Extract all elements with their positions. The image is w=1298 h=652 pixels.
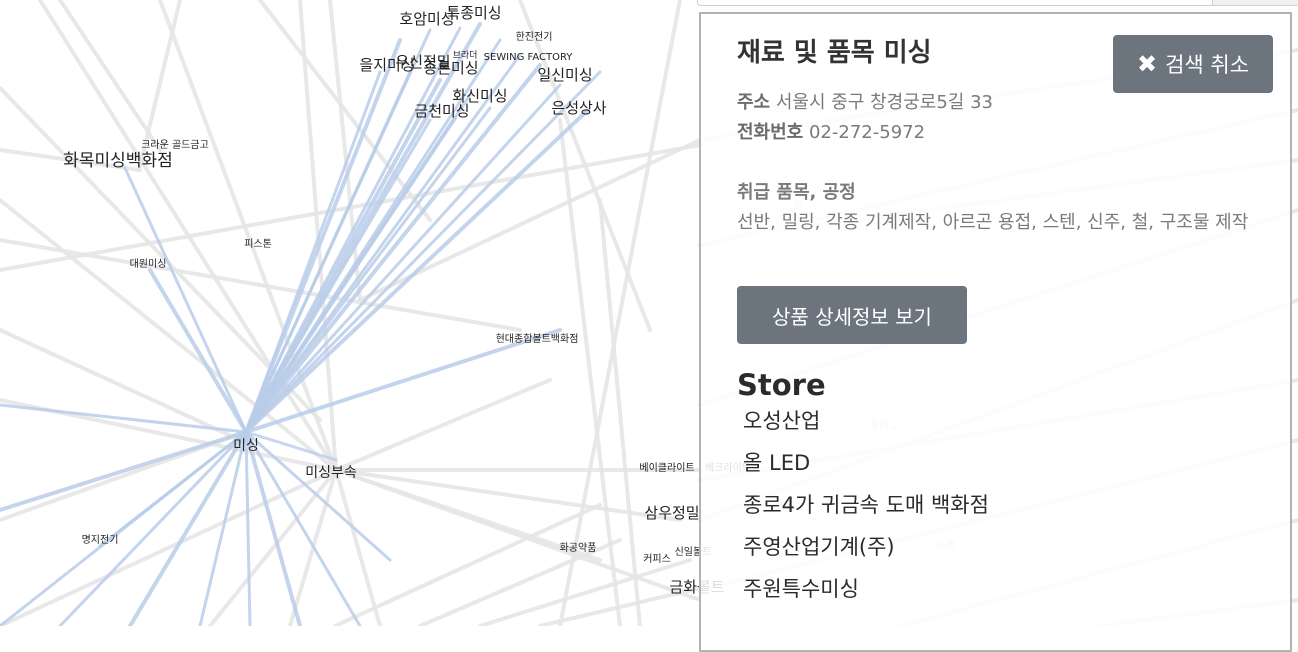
graph-edge [334, 468, 382, 626]
graph-edge [128, 430, 248, 626]
cancel-search-label: 검색 취소 [1165, 53, 1250, 77]
address-line: 주소 서울시 중구 창경궁로5길 33 [737, 88, 993, 118]
search-button[interactable] [1212, 0, 1298, 5]
graph-node-label[interactable]: 미싱부속 [305, 465, 357, 481]
store-heading: Store [737, 368, 826, 402]
address-value: 서울시 중구 창경궁로5길 33 [775, 92, 993, 113]
graph-edge [0, 238, 522, 332]
phone-label: 전화번호 [737, 122, 804, 143]
graph-node-label[interactable]: 화목미싱백화점 [63, 151, 172, 171]
graph-node-label[interactable]: 화공약품 [560, 542, 597, 554]
graph-node-label[interactable]: 커피스 [643, 553, 671, 565]
store-item[interactable]: 올 LED [743, 446, 989, 488]
graph-node-label[interactable]: 크라운 골드금고 [141, 139, 209, 151]
graph-edge [518, 0, 652, 332]
address-label: 주소 [737, 92, 771, 113]
graph-edge [244, 430, 392, 562]
graph-edge [0, 403, 248, 434]
graph-node-label[interactable]: 베이클라이트 [639, 462, 694, 474]
graph-node-label[interactable]: 삼우정밀 [644, 504, 699, 522]
graph-edge [244, 70, 382, 434]
graph-node-label[interactable]: 미싱 [233, 438, 259, 454]
search-input[interactable] [697, 0, 1298, 6]
graph-node-label[interactable]: 은성상사 [551, 99, 606, 117]
store-item[interactable]: 종로4가 귀금속 도매 백화점 [743, 488, 989, 530]
graph-node-label[interactable]: 금천미싱 [414, 102, 469, 120]
panel-title: 재료 및 품목 미싱 [737, 38, 932, 68]
graph-edge [334, 468, 702, 602]
graph-node-label[interactable]: SEWING FACTORY [484, 52, 574, 63]
items-text: 선반, 밀링, 각종 기계제작, 아르곤 용접, 스텐, 신주, 철, 구조물 … [737, 212, 1249, 233]
detail-panel: 재료 및 품목 미싱 ✖ 검색 취소 주소 서울시 중구 창경궁로5길 33 전… [699, 12, 1292, 652]
graph-node-label[interactable]: 특종미싱 [446, 4, 501, 22]
graph-node-label[interactable]: 현대종합볼트백화점 [496, 333, 579, 345]
graph-edge [598, 198, 642, 626]
graph-edge [244, 430, 252, 626]
close-icon: ✖ [1136, 50, 1158, 78]
cancel-search-button[interactable]: ✖ 검색 취소 [1113, 35, 1273, 93]
product-detail-button[interactable]: 상품 상세정보 보기 [737, 286, 967, 344]
items-heading: 취급 품목, 공정 [737, 182, 856, 203]
graph-node-label[interactable]: 한진전기 [516, 31, 553, 43]
store-item[interactable]: 오성산업 [743, 404, 989, 446]
graph-node-label[interactable]: 명지전기 [82, 534, 119, 546]
graph-edge [58, 0, 162, 152]
phone-value: 02-272-5972 [808, 122, 926, 143]
store-item[interactable]: 주영산업기계(주) [743, 530, 989, 572]
store-item[interactable]: 주원특수미싱 [743, 572, 989, 614]
store-list: 오성산업 올 LED 종로4가 귀금속 도매 백화점 주영산업기계(주) 주원특… [743, 404, 989, 614]
graph-edge [244, 63, 542, 434]
graph-node-label[interactable]: 피스톤 [244, 238, 272, 250]
graph-edge [244, 106, 492, 434]
phone-line: 전화번호 02-272-5972 [737, 118, 925, 148]
graph-node-label[interactable]: 종론미싱 [423, 59, 478, 77]
graph-edge [244, 118, 432, 434]
graph-node-label[interactable]: 대원미싱 [130, 258, 167, 270]
graph-node-label[interactable]: 일신미싱 [537, 66, 592, 84]
